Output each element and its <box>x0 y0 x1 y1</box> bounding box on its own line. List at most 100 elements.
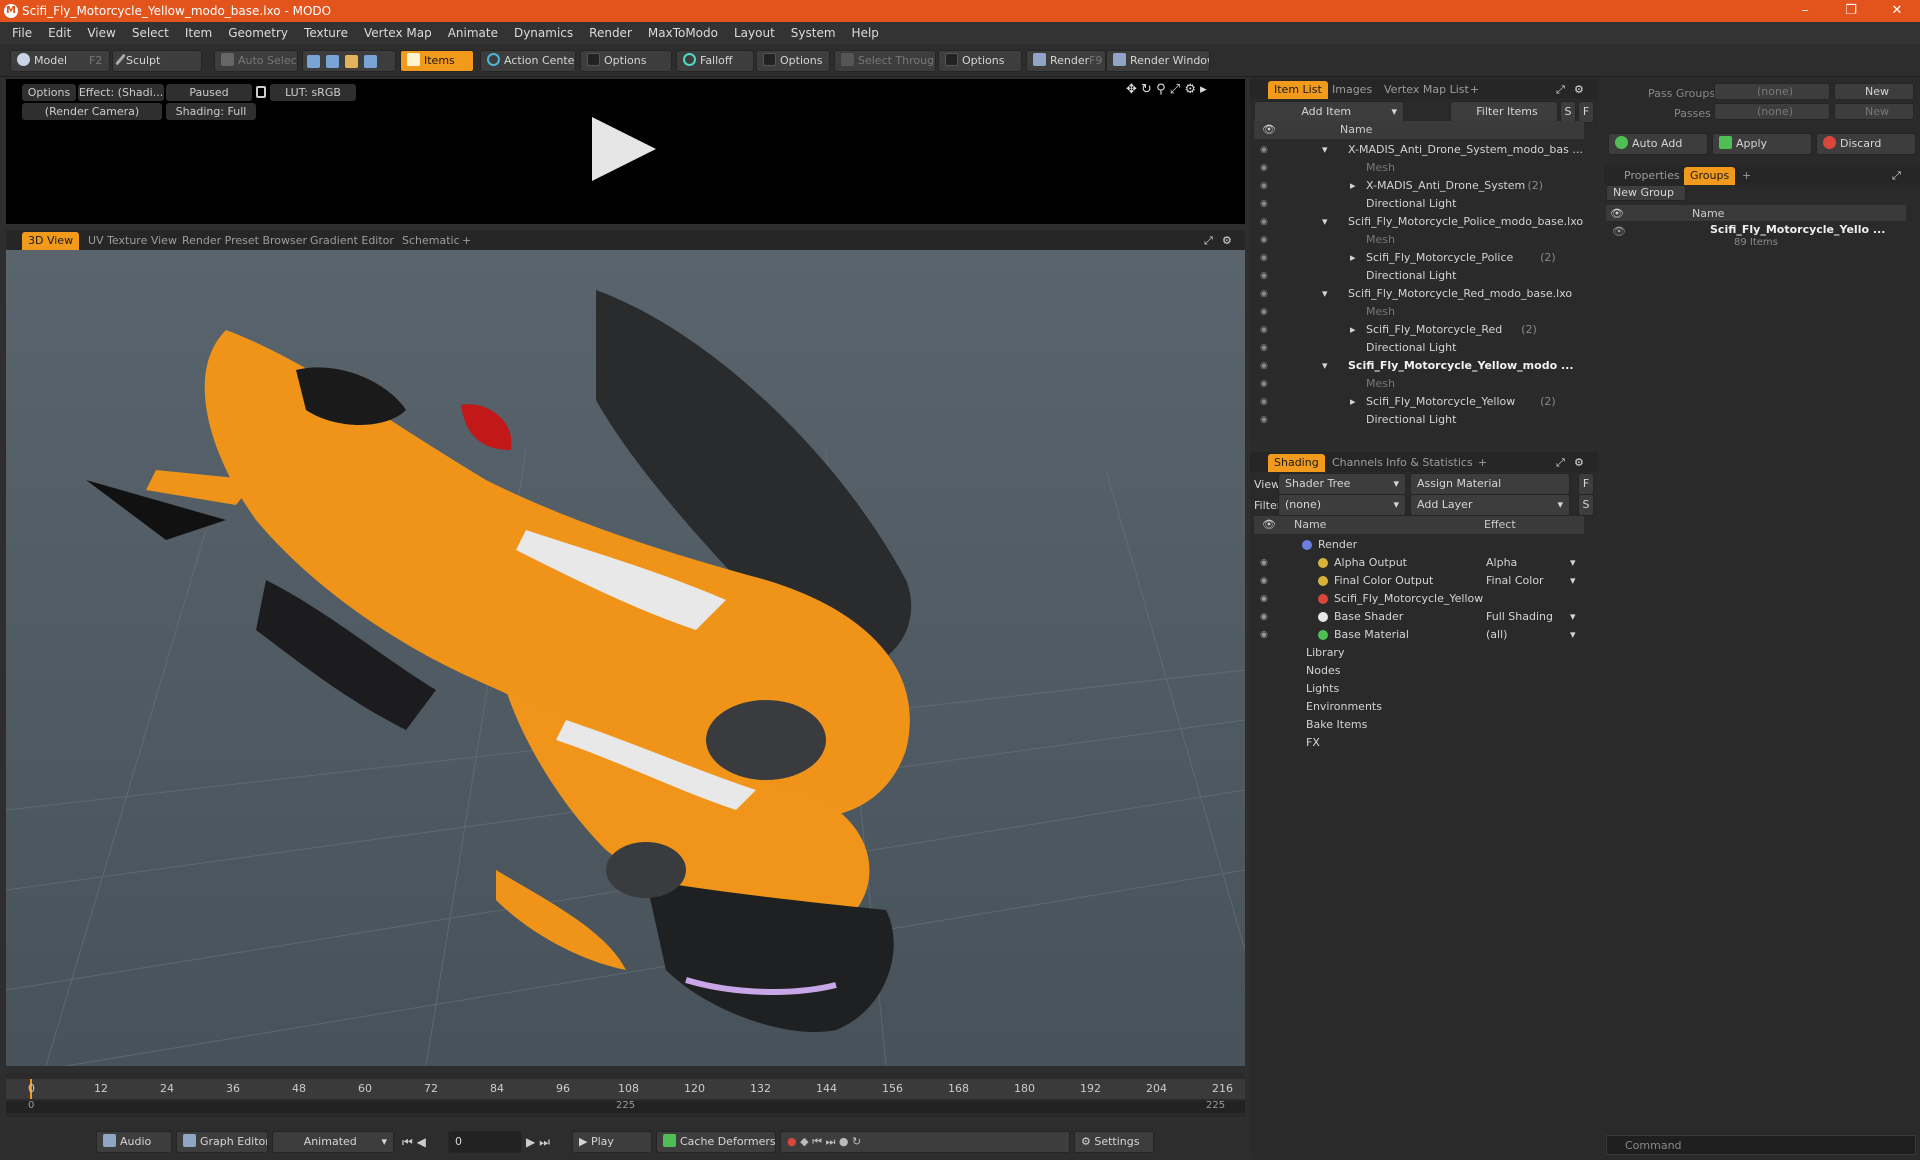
tab-gradient-editor[interactable]: Gradient Editor <box>304 232 400 250</box>
lut-dropdown[interactable]: LUT: sRGB <box>270 84 356 101</box>
eye-icon[interactable]: ◉ <box>1260 181 1270 191</box>
eye-icon[interactable]: ◉ <box>1260 630 1270 640</box>
eye-icon[interactable]: ◉ <box>1260 199 1270 209</box>
shader-tree-row[interactable]: ◉ Alpha Output Alpha ▾ <box>1254 554 1584 572</box>
eye-icon[interactable]: ◉ <box>1260 558 1270 568</box>
new-pass-button[interactable]: New <box>1834 103 1914 120</box>
add-tab-button[interactable]: + <box>1464 81 1485 99</box>
expand-arrow-icon[interactable]: ▾ <box>1322 357 1328 375</box>
collapse-arrow-icon[interactable]: ▸ <box>1350 321 1356 339</box>
eye-icon[interactable]: ◉ <box>1260 163 1270 173</box>
eye-icon[interactable]: ◉ <box>1260 235 1270 245</box>
new-pass-group-button[interactable]: New <box>1834 83 1914 100</box>
gear-icon[interactable]: ⚙ <box>1184 82 1196 97</box>
filter-items-input[interactable]: Filter Items <box>1450 101 1558 123</box>
eye-icon[interactable]: ◉ <box>1260 361 1270 371</box>
model-mode-button[interactable]: Model F2 <box>10 50 110 72</box>
expand-arrow-icon[interactable]: ▾ <box>1322 213 1328 231</box>
animated-dropdown[interactable]: Animated ▾ <box>272 1131 394 1153</box>
add-item-dropdown[interactable]: Add Item ▾ <box>1254 101 1404 123</box>
key-icon[interactable]: ◆ <box>800 1135 808 1148</box>
item-list-row[interactable]: ◉ Directional Light <box>1254 267 1584 285</box>
eye-icon[interactable]: ◉ <box>1260 325 1270 335</box>
materials-mode-icon[interactable] <box>364 55 377 68</box>
zoom-icon[interactable]: ⚲ <box>1156 82 1166 97</box>
lock-icon[interactable] <box>256 86 266 98</box>
eye-icon[interactable]: ◉ <box>1260 253 1270 263</box>
play-button[interactable]: ▶ Play <box>572 1131 652 1153</box>
timeline-ruler[interactable]: 0 12 24 36 48 60 72 84 96 108 120 132 14… <box>6 1079 1245 1099</box>
apply-button[interactable]: Apply <box>1712 133 1812 155</box>
3d-viewport[interactable] <box>6 250 1245 1066</box>
polygons-mode-icon[interactable] <box>345 55 358 68</box>
prev-key-icon[interactable]: ⏮ <box>812 1135 822 1148</box>
shader-tree-row[interactable]: ◉ Scifi_Fly_Motorcycle_Yellow <box>1254 590 1584 608</box>
menu-vertex-map[interactable]: Vertex Map <box>356 22 440 44</box>
audio-button[interactable]: Audio <box>96 1131 172 1153</box>
command-input[interactable]: Command <box>1606 1135 1916 1155</box>
menu-select[interactable]: Select <box>124 22 177 44</box>
next-key-icon[interactable]: ⏭ <box>825 1135 835 1148</box>
shading-dropdown[interactable]: Shading: Full <box>166 103 256 120</box>
shader-tree-row[interactable]: FX <box>1254 734 1584 752</box>
menu-texture[interactable]: Texture <box>296 22 356 44</box>
eye-icon[interactable]: ◉ <box>1260 145 1270 155</box>
menu-edit[interactable]: Edit <box>40 22 79 44</box>
gear-icon[interactable]: ⚙ <box>1216 232 1238 250</box>
settings-button[interactable]: ⚙ Settings <box>1074 1131 1154 1153</box>
item-list-row[interactable]: ◉ Mesh <box>1254 159 1584 177</box>
layer-effect[interactable]: Final Color <box>1486 572 1544 590</box>
falloff-options-button[interactable]: Options <box>756 50 830 72</box>
new-group-button[interactable]: New Group <box>1606 185 1686 201</box>
collapse-arrow-icon[interactable]: ▸ <box>1350 177 1356 195</box>
frame-input[interactable]: 0 <box>448 1131 522 1153</box>
gear-icon[interactable]: ⚙ <box>1568 81 1590 99</box>
item-list-row[interactable]: ◉ ▾ X-MADIS_Anti_Drone_System_modo_bas ... <box>1254 141 1584 159</box>
eye-icon[interactable]: ◉ <box>1260 612 1270 622</box>
cache-deformers-button[interactable]: Cache Deformers <box>656 1131 776 1153</box>
pass-groups-dropdown[interactable]: (none) <box>1714 83 1830 100</box>
s-button[interactable]: S <box>1560 101 1576 123</box>
item-list-row[interactable]: ◉ ▾ Scifi_Fly_Motorcycle_Police_modo_base.… <box>1254 213 1584 231</box>
step-forward-icon[interactable]: ▶ <box>526 1135 535 1149</box>
eye-icon[interactable]: ◉ <box>1260 594 1270 604</box>
menu-layout[interactable]: Layout <box>726 22 783 44</box>
shader-tree-row[interactable]: Bake Items <box>1254 716 1584 734</box>
item-list-row[interactable]: ◉ Directional Light <box>1254 195 1584 213</box>
tab-vertex-map-list[interactable]: Vertex Map List <box>1378 81 1475 99</box>
action-center-options-button[interactable]: Options <box>580 50 672 72</box>
eye-icon[interactable]: ◉ <box>1260 576 1270 586</box>
item-list-row[interactable]: ◉ ▾ Scifi_Fly_Motorcycle_Yellow_modo ... <box>1254 357 1584 375</box>
item-list-row[interactable]: ◉ Mesh <box>1254 303 1584 321</box>
key-red-icon[interactable]: ● <box>787 1135 797 1148</box>
timeline[interactable]: 0 12 24 36 48 60 72 84 96 108 120 132 14… <box>6 1073 1245 1117</box>
group-row[interactable]: 👁 Scifi_Fly_Motorcycle_Yello ... 89 Item… <box>1606 223 1906 253</box>
name-column-header[interactable]: Name <box>1340 121 1372 139</box>
f-button[interactable]: F <box>1578 473 1594 495</box>
timeline-range-bar[interactable]: 0 225 225 <box>6 1100 1245 1113</box>
collapse-arrow-icon[interactable]: ▸ <box>1350 393 1356 411</box>
layer-effect[interactable]: Alpha <box>1486 554 1517 572</box>
add-layer-dropdown[interactable]: Add Layer ▾ <box>1410 494 1570 516</box>
eye-icon[interactable]: ◉ <box>1260 271 1270 281</box>
tab-render-preset-browser[interactable]: Render Preset Browser <box>176 232 313 250</box>
skip-start-icon[interactable]: ⏮ <box>402 1135 413 1149</box>
preview-paused-button[interactable]: Paused <box>166 84 252 101</box>
menu-system[interactable]: System <box>783 22 844 44</box>
motorcycle-model[interactable] <box>86 290 912 1032</box>
expand-arrow-icon[interactable]: ▾ <box>1322 141 1328 159</box>
sculpt-mode-button[interactable]: Sculpt <box>112 50 202 72</box>
auto-add-button[interactable]: Auto Add <box>1608 133 1708 155</box>
menu-dynamics[interactable]: Dynamics <box>506 22 581 44</box>
eye-icon[interactable]: ◉ <box>1260 289 1270 299</box>
tab-images[interactable]: Images <box>1326 81 1378 99</box>
item-list-row[interactable]: ◉ Mesh <box>1254 375 1584 393</box>
menu-item[interactable]: Item <box>177 22 220 44</box>
item-list-row[interactable]: ◉ Mesh <box>1254 231 1584 249</box>
menu-help[interactable]: Help <box>844 22 887 44</box>
shader-tree-row[interactable]: Render <box>1254 536 1584 554</box>
item-list-row[interactable]: ◉ ▸ Scifi_Fly_Motorcycle_Red (2) <box>1254 321 1584 339</box>
item-list-row[interactable]: ◉ ▾ Scifi_Fly_Motorcycle_Red_modo_base.lxo <box>1254 285 1584 303</box>
vertices-mode-icon[interactable] <box>307 55 320 68</box>
preview-effect-dropdown[interactable]: Effect: (Shadi... <box>78 84 164 101</box>
